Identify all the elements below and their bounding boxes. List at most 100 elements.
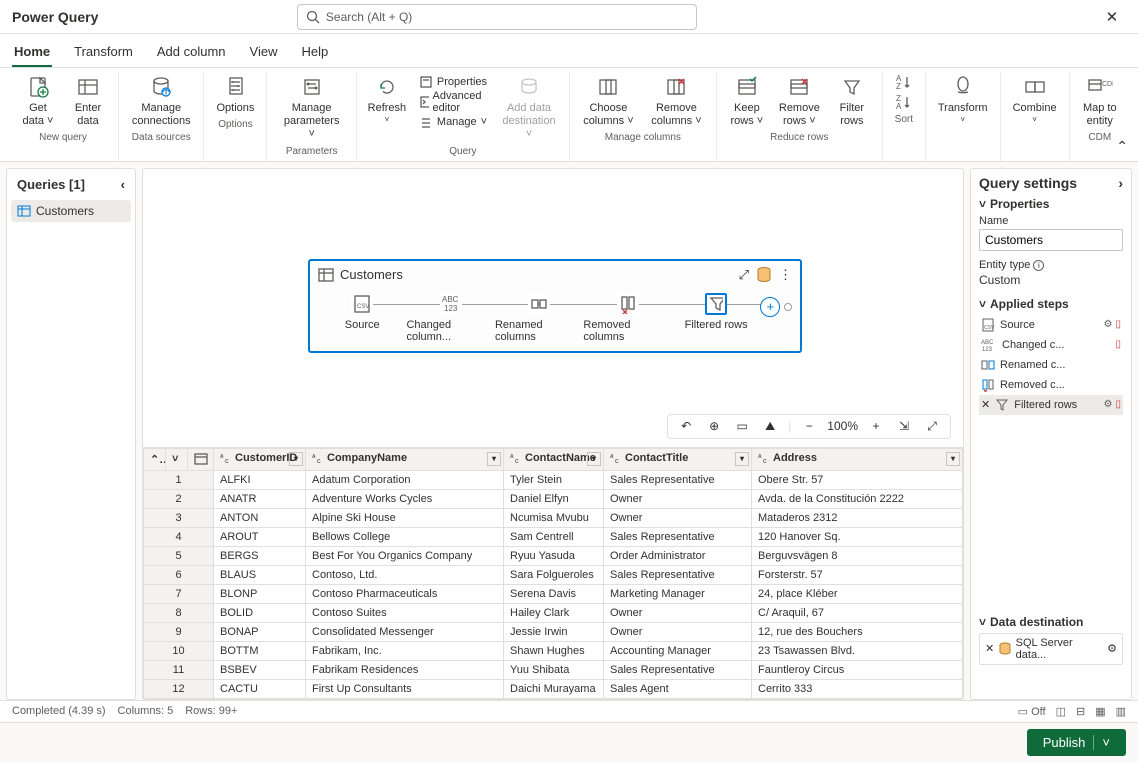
undo-icon[interactable]: ↶ (676, 419, 696, 433)
editor-icon (419, 95, 429, 109)
col-filter-icon[interactable]: ▾ (487, 452, 501, 466)
col-filter-icon[interactable]: ▾ (735, 452, 749, 466)
tab-help[interactable]: Help (299, 40, 330, 67)
fit-icon[interactable]: ▭ (732, 419, 752, 433)
properties-button[interactable]: Properties (415, 72, 491, 92)
expand-up-icon[interactable]: ⌃ (144, 448, 166, 470)
filter-rows-button[interactable]: Filter rows (830, 72, 874, 130)
view-schema-icon[interactable]: ⊟ (1076, 705, 1085, 718)
zoom-out-button[interactable]: − (799, 419, 819, 433)
col-customerid[interactable]: ACCustomerID▾ (214, 448, 306, 470)
step-icon (981, 358, 995, 372)
more-icon[interactable]: ⋮ (779, 267, 792, 283)
transform-button[interactable]: Transform ˅ (934, 72, 992, 126)
table-row[interactable]: 12CACTUFirst Up ConsultantsDaichi Muraya… (144, 679, 963, 698)
table-row[interactable]: 2ANATRAdventure Works CyclesDaniel Elfyn… (144, 489, 963, 508)
step-changed-column[interactable]: ABC123 Changed column... (406, 293, 494, 343)
manage-connections-button[interactable]: Manage connections (127, 72, 195, 130)
table-row[interactable]: 11BSBEVFabrikam ResidencesYuu ShibataSal… (144, 660, 963, 679)
advanced-editor-button[interactable]: Advanced editor (415, 92, 491, 112)
table-menu-icon[interactable] (188, 448, 214, 470)
data-destination-row[interactable]: ✕ SQL Server data... ⚙ (979, 633, 1123, 665)
col-filter-icon[interactable]: ▾ (587, 452, 601, 466)
expand-icon[interactable]: ⤢ (922, 419, 942, 434)
table-row[interactable]: 4AROUTBellows CollegeSam CentrellSales R… (144, 527, 963, 546)
diagram-area[interactable]: Customers ⤢ ⋮ CSV Source ABC123 (143, 169, 963, 447)
remove-destination-icon[interactable]: ✕ (985, 642, 994, 655)
ribbon-collapse-icon[interactable]: ⌃ (1116, 138, 1128, 155)
gear-icon[interactable]: ⚙ (1104, 319, 1113, 330)
collapse-queries-icon[interactable]: ‹ (121, 177, 125, 192)
query-item-customers[interactable]: Customers (11, 200, 131, 222)
table-row[interactable]: 9BONAPConsolidated MessengerJessie Irwin… (144, 622, 963, 641)
col-address[interactable]: ACAddress▾ (752, 448, 963, 470)
choose-columns-button[interactable]: Choose columns ˅ (578, 72, 639, 130)
table-row[interactable]: 5BERGSBest For You Organics CompanyRyuu … (144, 546, 963, 565)
table-row[interactable]: 1ALFKIAdatum CorporationTyler SteinSales… (144, 470, 963, 489)
keep-rows-button[interactable]: Keep rows ˅ (725, 72, 769, 130)
delete-step-icon[interactable]: ✕ (981, 398, 990, 411)
svg-text:C: C (515, 459, 519, 464)
col-filter-icon[interactable]: ▾ (289, 452, 303, 466)
locate-icon[interactable]: ⊕ (704, 419, 724, 433)
tab-home[interactable]: Home (12, 40, 52, 67)
close-button[interactable]: ✕ (1094, 8, 1130, 26)
remove-columns-button[interactable]: Remove columns ˅ (645, 72, 708, 130)
diagram-card[interactable]: Customers ⤢ ⋮ CSV Source ABC123 (308, 259, 802, 353)
view-grid-icon[interactable]: ▦ (1095, 705, 1105, 718)
applied-step[interactable]: CSVSource⚙▯ (979, 315, 1123, 335)
applied-step[interactable]: Renamed c... (979, 355, 1123, 375)
tab-add-column[interactable]: Add column (155, 40, 228, 67)
col-contacttitle[interactable]: ACContactTitle▾ (604, 448, 752, 470)
data-destination-section[interactable]: ˅Data destination (979, 615, 1123, 629)
expand-settings-icon[interactable]: › (1118, 175, 1123, 191)
applied-step[interactable]: ABC123Changed c...▯ (979, 335, 1123, 355)
properties-section[interactable]: ˅Properties (979, 197, 1123, 211)
get-data-button[interactable]: Get data ˅ (16, 72, 60, 130)
query-name-input[interactable] (979, 229, 1123, 251)
collapse-icon[interactable]: ⤢ (739, 267, 749, 283)
applied-step[interactable]: ✕ Filtered rows⚙▯ (979, 395, 1123, 415)
refresh-button[interactable]: Refresh ˅ (365, 72, 409, 144)
step-source[interactable]: CSV Source (318, 293, 406, 331)
transform-icon (950, 74, 976, 100)
table-row[interactable]: 3ANTONAlpine Ski HouseNcumisa MvubuOwner… (144, 508, 963, 527)
gear-icon[interactable]: ⚙ (1104, 399, 1113, 410)
sort-asc-button[interactable]: AZ (891, 72, 917, 92)
table-row[interactable]: 7BLONPContoso PharmaceuticalsSerena Davi… (144, 584, 963, 603)
applied-step[interactable]: Removed c... (979, 375, 1123, 395)
gear-icon[interactable]: ⚙ (1107, 642, 1117, 655)
remove-rows-button[interactable]: Remove rows ˅ (775, 72, 824, 130)
sort-desc-button[interactable]: ZA (891, 92, 917, 112)
publish-button[interactable]: Publish ˅ (1027, 729, 1126, 756)
manage-button[interactable]: Manage ˅ (415, 112, 491, 132)
enter-data-button[interactable]: Enter data (66, 72, 110, 130)
map-icon[interactable]: ⛰ (760, 419, 780, 434)
col-filter-icon[interactable]: ▾ (946, 452, 960, 466)
combine-button[interactable]: Combine ˅ (1009, 72, 1061, 126)
table-row[interactable]: 6BLAUSContoso, Ltd.Sara FolguerolesSales… (144, 565, 963, 584)
map-to-entity-button[interactable]: CDM Map to entity (1078, 72, 1122, 130)
options-button[interactable]: Options (212, 72, 258, 117)
applied-steps-section[interactable]: ˅Applied steps (979, 297, 1123, 311)
step-removed-columns[interactable]: Removed columns (583, 293, 671, 343)
view-table-icon[interactable]: ▥ (1116, 705, 1126, 718)
step-filtered-rows[interactable]: Filtered rows (672, 293, 760, 331)
view-diagram-icon[interactable]: ◫ (1056, 705, 1066, 718)
col-contactname[interactable]: ACContactName▾ (504, 448, 604, 470)
zoom-in-button[interactable]: + (866, 419, 886, 433)
expand-down-icon[interactable]: ˅ (166, 448, 188, 470)
tab-view[interactable]: View (248, 40, 280, 67)
compress-icon[interactable]: ⇲ (894, 419, 914, 433)
table-row[interactable]: 8BOLIDContoso SuitesHailey ClarkOwnerC/ … (144, 603, 963, 622)
info-icon[interactable]: i (1033, 260, 1044, 271)
step-renamed-columns[interactable]: Renamed columns (495, 293, 583, 343)
chevron-down-icon[interactable]: ˅ (1093, 735, 1110, 750)
col-companyname[interactable]: ACCompanyName▾ (306, 448, 504, 470)
manage-parameters-button[interactable]: Manage parameters ˅ (275, 72, 348, 144)
add-step-button[interactable]: + (760, 297, 780, 317)
search-input[interactable]: Search (Alt + Q) (297, 4, 697, 30)
tab-transform[interactable]: Transform (72, 40, 135, 67)
table-row[interactable]: 10BOTTMFabrikam, Inc.Shawn HughesAccount… (144, 641, 963, 660)
toggle-off[interactable]: ▭ Off (1018, 705, 1046, 718)
